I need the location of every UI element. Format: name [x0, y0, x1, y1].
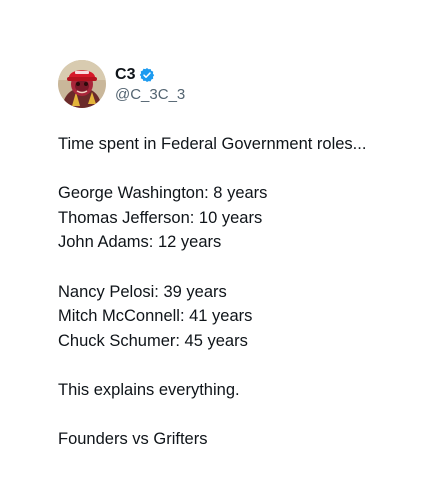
tweet-closing: Founders vs Grifters	[58, 430, 208, 449]
avatar-image	[58, 60, 106, 108]
verified-badge-icon	[139, 67, 155, 83]
founder-line: George Washington: 8 years	[58, 184, 268, 203]
tweet-intro: Time spent in Federal Government roles..…	[58, 135, 367, 153]
founder-line: Thomas Jefferson: 10 years	[58, 208, 263, 227]
tweet-text: Time spent in Federal Government roles..…	[58, 132, 408, 452]
tweet-card: C3 @C_3C_3 Time spent in Federal Governm…	[0, 0, 423, 500]
politician-line: Mitch McConnell: 41 years	[58, 307, 253, 326]
author-handle[interactable]: @C_3C_3	[115, 86, 185, 103]
founder-line: John Adams: 12 years	[58, 233, 222, 252]
politician-line: Nancy Pelosi: 39 years	[58, 282, 227, 301]
name-row: C3	[115, 65, 185, 85]
politician-line: Chuck Schumer: 45 years	[58, 331, 248, 350]
author-names: C3 @C_3C_3	[115, 65, 185, 103]
display-name[interactable]: C3	[115, 66, 136, 84]
avatar[interactable]	[58, 60, 106, 108]
tweet-header: C3 @C_3C_3	[58, 58, 185, 110]
tweet-conclusion: This explains everything.	[58, 380, 240, 399]
